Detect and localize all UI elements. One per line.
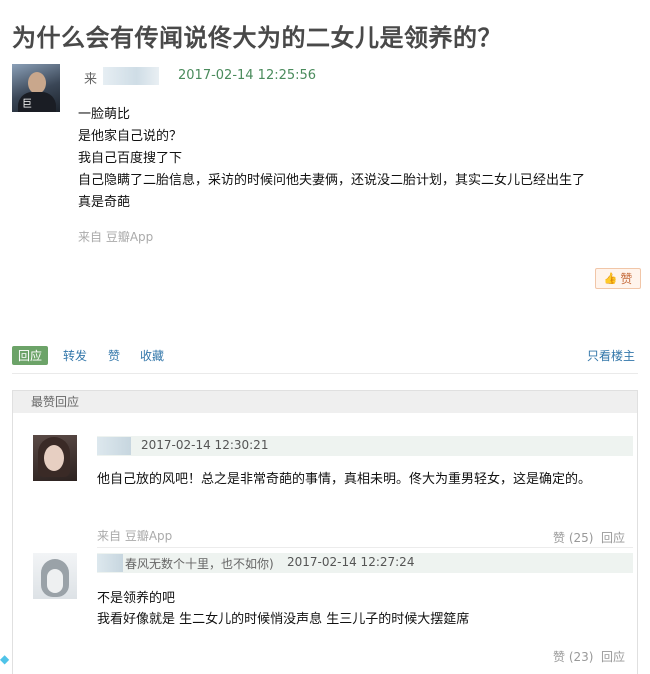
reply-text: 不是领养的吧 我看好像就是 生二女儿的时候悄没声息 生三儿子的时候大摆筵席 xyxy=(97,588,633,630)
reply-like-count[interactable]: 赞 (23) xyxy=(553,648,593,665)
author-prefix: 来 xyxy=(84,72,98,87)
reply-avatar[interactable] xyxy=(33,435,77,481)
reply-author-redacted[interactable] xyxy=(97,437,131,455)
avatar-face xyxy=(28,72,46,94)
post-line: 一脸萌比 xyxy=(78,107,131,122)
like-button-label: 赞 xyxy=(620,272,633,286)
forward-link[interactable]: 转发 xyxy=(63,347,87,364)
reply-date: 2017-02-14 12:27:24 xyxy=(287,555,415,569)
post-line: 真是奇葩 xyxy=(78,195,131,210)
post-source-app: 来自 豆瓣App xyxy=(78,230,154,244)
reply-text: 他自己放的风吧！总之是非常奇葩的事情，真相未明。佟大为重男轻女，这是确定的。 xyxy=(97,469,633,490)
post-date: 2017-02-14 12:25:56 xyxy=(178,68,317,83)
reply-reply-link[interactable]: 回应 xyxy=(601,648,625,665)
avatar-penguin-belly xyxy=(47,569,63,593)
reply-like-count[interactable]: 赞 (25) xyxy=(553,529,593,546)
reply-avatar[interactable] xyxy=(33,553,77,599)
best-replies-header: 最赞回应 xyxy=(13,391,637,413)
reply-reply-link[interactable]: 回应 xyxy=(601,529,625,546)
like-button[interactable]: 👍 赞 xyxy=(595,268,641,289)
post-line: 自己隐瞒了二胎信息，采访的时候问他夫妻俩，还说没二胎计划，其实二女儿已经出生了 xyxy=(78,173,586,188)
reply-date: 2017-02-14 12:30:21 xyxy=(141,438,269,452)
best-replies-section: 最赞回应 2017-02-14 12:30:21 他自己放的风吧！总之是非常奇葩… xyxy=(12,390,638,674)
reply-line: 不是领养的吧 xyxy=(97,591,176,606)
collect-link[interactable]: 收藏 xyxy=(140,347,164,364)
reply-divider xyxy=(97,547,633,548)
divider xyxy=(12,373,638,374)
location-pin-icon: ◆ xyxy=(0,652,10,666)
reply-line: 他自己放的风吧！总之是非常奇葩的事情，真相未明。佟大为重男轻女，这是确定的。 xyxy=(97,472,592,487)
post-title: 为什么会有传闻说佟大为的二女儿是领养的？ xyxy=(12,24,502,52)
reply-meta: 2017-02-14 12:30:21 xyxy=(97,436,633,456)
only-op-link[interactable]: 只看楼主 xyxy=(587,347,635,364)
reply-source-app: 来自 豆瓣App xyxy=(97,529,173,543)
avatar-label: 巨 xyxy=(22,99,32,110)
reply-button[interactable]: 回应 xyxy=(12,346,49,365)
reply-author-redacted[interactable] xyxy=(97,554,123,572)
post-line: 我自己百度搜了下 xyxy=(78,151,183,166)
reply-meta: 春风无数个十里，也不如你) 2017-02-14 12:27:24 xyxy=(97,553,633,573)
reply-line: 我看好像就是 生二女儿的时候悄没声息 生三儿子的时候大摆筵席 xyxy=(97,612,470,627)
author-name-redacted[interactable] xyxy=(103,67,159,85)
post-line: 是他家自己说的？ xyxy=(78,129,183,144)
post-actions: 回应 转发 赞 收藏 只看楼主 xyxy=(12,346,638,365)
post-body: 一脸萌比 是他家自己说的？ 我自己百度搜了下 自己隐瞒了二胎信息，采访的时候问他… xyxy=(78,104,638,214)
op-avatar[interactable]: 巨 xyxy=(12,64,60,112)
like-link[interactable]: 赞 xyxy=(108,347,120,364)
thumbs-up-icon: 👍 xyxy=(603,272,618,285)
avatar-face xyxy=(44,445,64,471)
reply-author-name[interactable]: 春风无数个十里，也不如你) xyxy=(125,555,274,572)
